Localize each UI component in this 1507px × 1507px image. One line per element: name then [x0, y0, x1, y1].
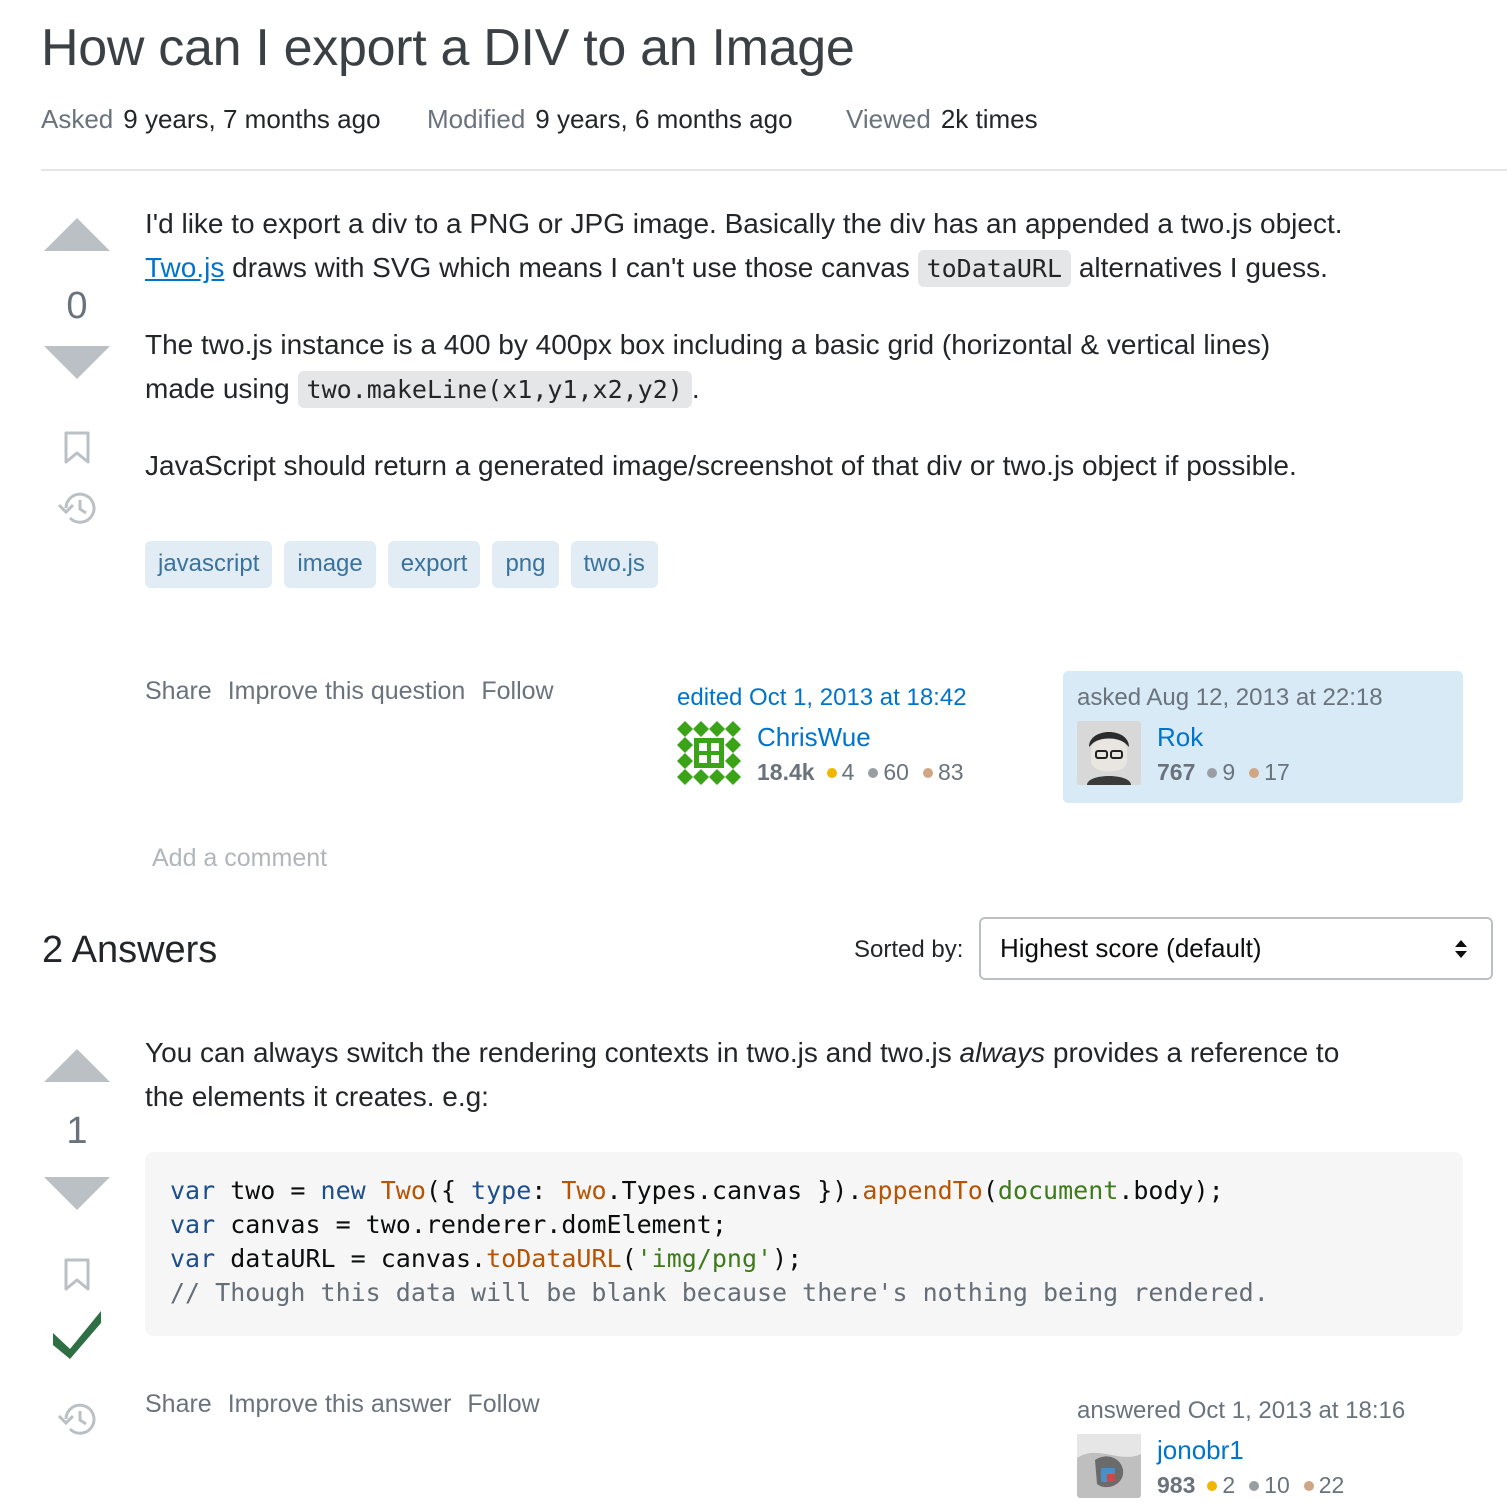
bookmark-icon[interactable] — [62, 1257, 92, 1293]
gold-badge-icon — [1207, 1480, 1218, 1491]
question-body: I'd like to export a div to a PNG or JPG… — [145, 202, 1485, 488]
tag-javascript[interactable]: javascript — [145, 541, 273, 588]
answerer-avatar[interactable] — [1077, 1434, 1141, 1498]
bronze-badge-icon — [922, 767, 933, 778]
tag-list: javascript image export png two.js — [145, 541, 658, 588]
silver-badge-icon — [1207, 767, 1218, 778]
modified-value[interactable]: 9 years, 6 months ago — [535, 104, 792, 134]
code-line-3: var dataURL = canvas.toDataURL('img/png'… — [170, 1244, 803, 1273]
bookmark-icon[interactable] — [62, 430, 92, 466]
history-icon[interactable] — [56, 1399, 98, 1439]
share-link[interactable]: Share — [145, 1390, 212, 1419]
question-paragraph-3: JavaScript should return a generated ima… — [145, 450, 1297, 481]
gold-badge-icon — [826, 767, 837, 778]
sort-select[interactable]: Highest score (default) — [979, 917, 1493, 980]
silver-badge-icon — [1249, 1480, 1260, 1491]
answered-time[interactable]: answered Oct 1, 2013 at 18:16 — [1077, 1397, 1405, 1425]
answerer-rep-score: 983 — [1157, 1472, 1196, 1498]
editor-rep-score: 18.4k — [757, 759, 815, 785]
select-caret-icon — [1455, 940, 1467, 958]
accepted-checkmark-icon — [53, 1311, 101, 1359]
question-title[interactable]: How can I export a DIV to an Image — [41, 18, 855, 78]
owner-rep-score: 767 — [1157, 759, 1196, 785]
improve-question-link[interactable]: Improve this question — [228, 677, 466, 706]
owner-reputation: 767 9 17 — [1157, 759, 1290, 785]
sort-select-value: Highest score (default) — [1000, 933, 1262, 963]
inline-code-makeline: two.makeLine(x1,y1,x2,y2) — [297, 371, 692, 408]
question-paragraph-1: I'd like to export a div to a PNG or JPG… — [145, 202, 1485, 291]
bronze-badge-icon — [1249, 767, 1260, 778]
asked-label: Asked — [41, 104, 114, 134]
inline-code-todataurl: toDataURL — [917, 250, 1072, 287]
modified-meta: Modified 9 years, 6 months ago — [427, 104, 793, 135]
edited-time[interactable]: edited Oct 1, 2013 at 18:42 — [677, 684, 967, 712]
code-line-1: var two = new Two({ type: Two.Types.canv… — [170, 1176, 1224, 1205]
answer-paragraph: You can always switch the rendering cont… — [145, 1037, 1340, 1112]
two-js-link[interactable]: Two.js — [145, 252, 224, 283]
follow-link[interactable]: Follow — [481, 677, 553, 706]
viewed-label: Viewed — [846, 104, 931, 134]
answerer-name[interactable]: jonobr1 — [1157, 1435, 1244, 1466]
tag-png[interactable]: png — [492, 541, 559, 588]
silver-badge-icon — [868, 767, 879, 778]
editor-identicon-avatar[interactable] — [677, 721, 741, 785]
tag-export[interactable]: export — [387, 541, 481, 588]
viewed-value: 2k times — [940, 104, 1038, 134]
question-post-menu: Share Improve this question Follow — [145, 677, 554, 706]
follow-link[interactable]: Follow — [467, 1390, 539, 1419]
answer-code-block: var two = new Two({ type: Two.Types.canv… — [145, 1152, 1463, 1336]
asked-time[interactable]: asked Aug 12, 2013 at 22:18 — [1077, 684, 1383, 712]
modified-label: Modified — [427, 104, 526, 134]
upvote-icon[interactable] — [44, 218, 110, 251]
question-paragraph-2: The two.js instance is a 400 by 400px bo… — [145, 323, 1485, 412]
asked-value: 9 years, 7 months ago — [123, 104, 381, 134]
question-score: 0 — [66, 285, 88, 327]
downvote-icon[interactable] — [44, 346, 110, 379]
owner-avatar[interactable] — [1077, 721, 1141, 785]
add-comment-link[interactable]: Add a comment — [152, 844, 327, 873]
editor-reputation: 18.4k 4 60 83 — [757, 759, 964, 785]
answer-score: 1 — [66, 1110, 88, 1152]
viewed-meta: Viewed 2k times — [846, 104, 1038, 135]
editor-name[interactable]: ChrisWue — [757, 722, 871, 753]
code-line-4: // Though this data will be blank becaus… — [170, 1278, 1269, 1307]
question-vote-column: 0 — [41, 218, 113, 379]
answer-body: You can always switch the rendering cont… — [145, 1031, 1485, 1119]
answerer-reputation: 983 2 10 22 — [1157, 1472, 1345, 1498]
answer-vote-column: 1 — [41, 1049, 113, 1210]
answer-post-menu: Share Improve this answer Follow — [145, 1390, 540, 1419]
bronze-badge-icon — [1303, 1480, 1314, 1491]
downvote-icon[interactable] — [44, 1177, 110, 1210]
tag-image[interactable]: image — [284, 541, 376, 588]
tag-two-js[interactable]: two.js — [570, 541, 658, 588]
code-line-2: var canvas = two.renderer.domElement; — [170, 1210, 727, 1239]
upvote-icon[interactable] — [44, 1049, 110, 1082]
answers-count-heading: 2 Answers — [42, 929, 218, 971]
share-link[interactable]: Share — [145, 677, 212, 706]
improve-answer-link[interactable]: Improve this answer — [228, 1390, 452, 1419]
owner-name[interactable]: Rok — [1157, 722, 1203, 753]
history-icon[interactable] — [56, 488, 98, 528]
sorted-by-label: Sorted by: — [854, 936, 964, 963]
header-divider — [41, 169, 1507, 171]
asked-meta: Asked 9 years, 7 months ago — [41, 104, 381, 135]
